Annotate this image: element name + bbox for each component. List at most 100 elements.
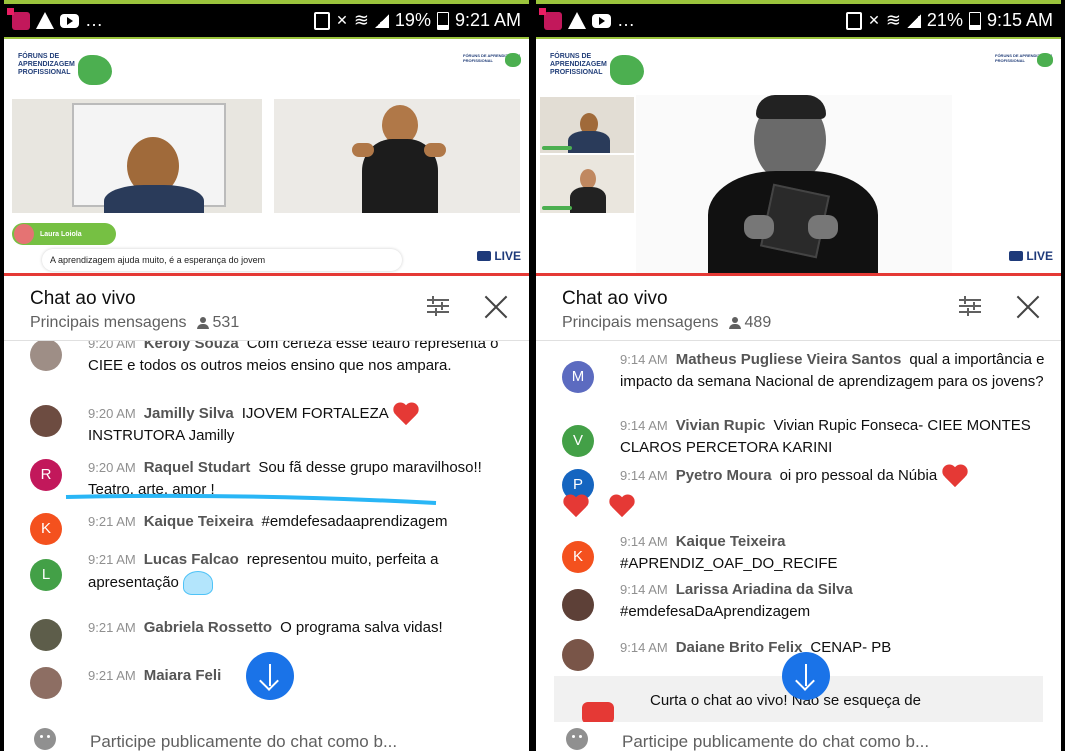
message-author: Jamilly Silva xyxy=(143,405,234,422)
message-author: Larissa Ariadina da Silva xyxy=(675,581,853,598)
message-text: oi pro pessoal da Núbia xyxy=(779,467,938,484)
viewer-count-value: 531 xyxy=(212,314,240,331)
status-bar: … ✕ ≋ 19% 9:21 AM xyxy=(4,4,529,37)
user-avatar: K xyxy=(562,541,594,573)
youtube-logo-icon xyxy=(582,702,614,724)
chat-message: K 9:14 AM Kaique Teixeira #APRENDIZ_OAF_DO… xyxy=(562,531,1047,575)
user-avatar: M xyxy=(562,361,594,393)
message-time: 9:21 AM xyxy=(88,552,136,567)
message-author: Kaique Teixeira xyxy=(675,533,786,550)
video-top-line xyxy=(536,37,1061,39)
chat-title: Chat ao vivo xyxy=(562,288,668,309)
message-author: Keroly Souza xyxy=(143,341,239,352)
video-player[interactable]: FÓRUNS DE APRENDIZAGEM PROFISSIONAL FÓRU… xyxy=(4,37,529,275)
chat-message: V 9:14 AM Vivian Rupic Vivian Rupic Fonsec… xyxy=(562,415,1047,459)
chat-message: 9:20 AM Jamilly Silva IJOVEM FORTALEZA INS… xyxy=(30,403,515,447)
warning-icon xyxy=(36,12,54,29)
handwritten-underline xyxy=(65,493,437,505)
message-text: #APRENDIZ_OAF_DO_RECIFE xyxy=(620,555,838,572)
filter-icon[interactable] xyxy=(959,296,981,316)
chat-mode-label[interactable]: Principais mensagens xyxy=(30,314,187,332)
message-time: 9:21 AM xyxy=(88,514,136,529)
forum-logo: FÓRUNS DE APRENDIZAGEM PROFISSIONAL xyxy=(550,53,670,97)
message-author: Raquel Studart xyxy=(143,459,251,476)
speaker-name-chip: Laura Loiola xyxy=(12,223,116,245)
chat-message: P 9:14 AM Pyetro Moura oi pro pessoal da N… xyxy=(562,465,1047,517)
message-author: Matheus Pugliese Vieira Santos xyxy=(675,351,902,368)
message-time: 9:20 AM xyxy=(88,406,136,421)
message-text: #emdefesadaaprendizagem xyxy=(261,513,448,530)
brazil-map-small-icon xyxy=(1037,53,1053,67)
live-label: LIVE xyxy=(494,249,521,263)
chat-tip-text: Curta o chat ao vivo! Não se esqueça de xyxy=(650,692,921,709)
scroll-down-button[interactable] xyxy=(246,652,294,700)
chat-input[interactable]: Participe publicamente do chat como b... xyxy=(4,722,529,751)
speaker-avatar xyxy=(14,224,34,244)
chat-input-placeholder[interactable]: Participe publicamente do chat como b... xyxy=(622,732,929,751)
chat-mode-selector[interactable]: Principais mensagens 531 xyxy=(30,314,239,332)
user-avatar: R xyxy=(30,459,62,491)
speaker-thumbnail xyxy=(540,97,634,153)
left-screenshot: … ✕ ≋ 19% 9:21 AM FÓRUNS DE APRENDIZAGEM… xyxy=(4,0,529,751)
mute-icon: ✕ xyxy=(868,12,880,28)
message-time: 9:21 AM xyxy=(88,620,136,635)
message-author: Gabriela Rossetto xyxy=(143,619,273,636)
chat-mode-label[interactable]: Principais mensagens xyxy=(562,314,719,332)
user-avatar xyxy=(562,589,594,621)
chat-message: 9:20 AM Keroly Souza Com certeza esse teat… xyxy=(30,341,515,377)
battery-percent: 21% xyxy=(926,10,963,30)
brazil-map-icon xyxy=(78,55,112,85)
mute-icon: ✕ xyxy=(336,12,348,28)
right-screenshot: … ✕ ≋ 21% 9:15 AM FÓRUNS DE APRENDIZAGEM… xyxy=(536,0,1061,751)
sim-icon xyxy=(846,11,863,30)
message-author: Maiara Feli xyxy=(143,667,222,684)
video-top-line xyxy=(4,37,529,39)
heart-emoji-icon xyxy=(941,465,969,487)
interpreter-camera xyxy=(636,95,952,273)
person-icon xyxy=(728,317,741,329)
viewer-count: 489 xyxy=(728,314,771,332)
chat-message: M 9:14 AM Matheus Pugliese Vieira Santos q… xyxy=(562,349,1047,393)
chat-message: 9:14 AM Larissa Ariadina da Silva #emdefes… xyxy=(562,579,1047,623)
battery-percent: 19% xyxy=(394,10,431,30)
caption-bar: A aprendizagem ajuda muito, é a esperanç… xyxy=(42,249,402,271)
message-text: CENAP- PB xyxy=(810,639,892,656)
message-author: Pyetro Moura xyxy=(675,467,772,484)
user-avatar xyxy=(562,639,594,671)
message-time: 9:21 AM xyxy=(88,668,136,683)
message-text: #emdefesaDaAprendizagem xyxy=(620,603,811,620)
close-icon[interactable] xyxy=(1015,294,1041,320)
live-tv-icon xyxy=(477,251,492,261)
scroll-down-button[interactable] xyxy=(782,652,830,700)
filter-icon[interactable] xyxy=(427,296,449,316)
status-bar: … ✕ ≋ 21% 9:15 AM xyxy=(536,4,1061,37)
message-text: IJOVEM FORTALEZA xyxy=(241,405,388,422)
close-icon[interactable] xyxy=(483,294,509,320)
wifi-icon: ≋ xyxy=(353,10,369,30)
message-time: 9:14 AM xyxy=(620,352,668,367)
message-time: 9:14 AM xyxy=(620,640,668,655)
chat-mode-selector[interactable]: Principais mensagens 489 xyxy=(562,314,771,332)
heart-emoji-icon xyxy=(392,403,420,425)
wifi-icon: ≋ xyxy=(885,10,901,30)
chat-message: 9:21 AM Gabriela Rossetto O programa salva… xyxy=(30,617,515,651)
app-icon xyxy=(539,7,562,30)
chat-input[interactable]: Participe publicamente do chat como b... xyxy=(536,722,1061,751)
user-avatar xyxy=(30,341,62,371)
chat-message: K 9:21 AM Kaique Teixeira #emdefesadaapren… xyxy=(30,511,515,545)
emoji-icon[interactable] xyxy=(34,728,56,750)
brazil-map-icon xyxy=(610,55,644,85)
bulb-emoji-icon xyxy=(183,571,214,595)
video-player[interactable]: FÓRUNS DE APRENDIZAGEM PROFISSIONAL FÓRU… xyxy=(536,37,1061,275)
live-tv-icon xyxy=(1009,251,1024,261)
forum-logo: FÓRUNS DE APRENDIZAGEM PROFISSIONAL xyxy=(18,53,138,97)
live-badge: LIVE xyxy=(1009,249,1053,263)
emoji-icon[interactable] xyxy=(566,728,588,750)
more-icon: … xyxy=(85,10,104,30)
warning-icon xyxy=(568,12,586,29)
guest-thumbnail xyxy=(540,155,634,213)
youtube-icon xyxy=(592,13,611,28)
user-avatar: K xyxy=(30,513,62,545)
chat-input-placeholder[interactable]: Participe publicamente do chat como b... xyxy=(90,732,397,751)
forum-logo-small: FÓRUNS DE APRENDIZAGEM PROFISSIONAL xyxy=(995,53,1053,73)
